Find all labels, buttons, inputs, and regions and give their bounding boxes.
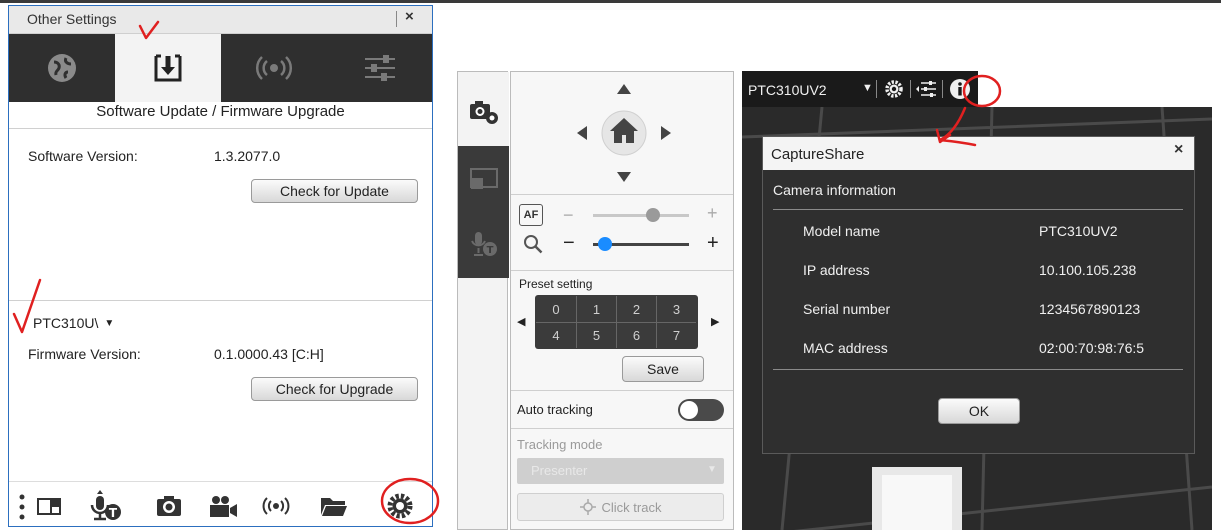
annotation-overlay: [12, 20, 1002, 525]
annotation-circle: [380, 477, 440, 525]
annotation-checkmark: [12, 278, 42, 334]
annotation-circle: [962, 74, 1002, 108]
annotation-arrow: [935, 106, 977, 147]
annotation-checkmark: [138, 20, 160, 40]
